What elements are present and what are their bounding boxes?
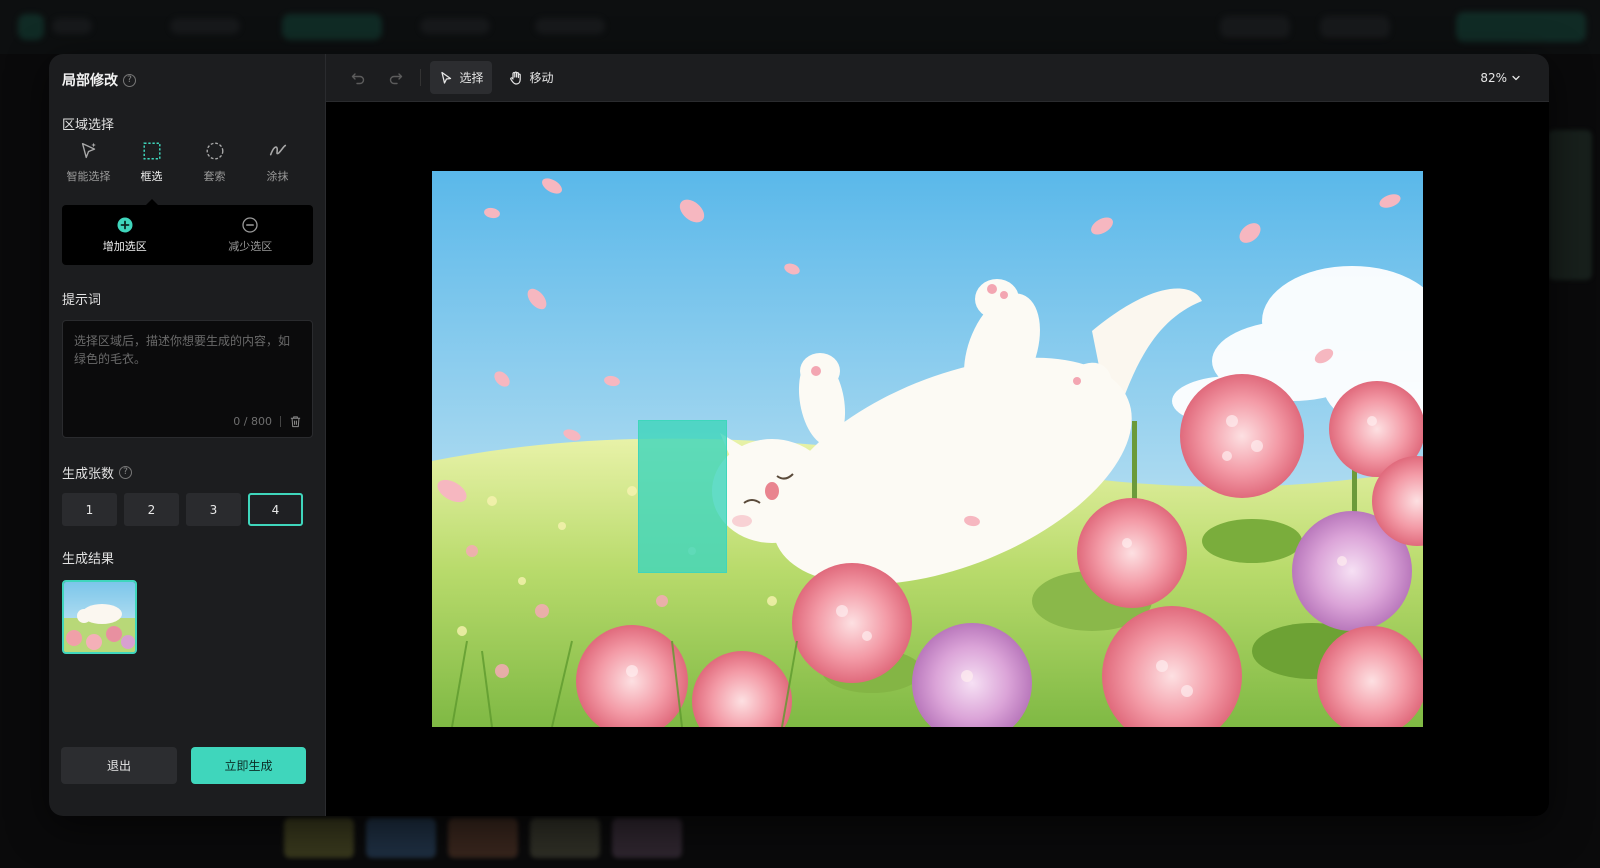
select-tool-label: 选择	[459, 71, 484, 85]
lasso-icon	[206, 142, 223, 160]
magic-pointer-icon	[81, 142, 96, 159]
chevron-down-icon	[1512, 75, 1520, 80]
count-option-4[interactable]: 4	[248, 493, 303, 526]
footer-divider	[280, 416, 281, 427]
tool-box-select[interactable]: 框选	[120, 140, 183, 192]
count-option-1[interactable]: 1	[62, 493, 117, 526]
selection-region[interactable]	[638, 420, 727, 573]
add-selection-button[interactable]: 增加选区	[62, 205, 188, 265]
tool-label: 框选	[140, 170, 163, 183]
result-thumbnail-image	[64, 582, 135, 652]
dashed-rect-icon	[142, 142, 161, 160]
tool-label: 智能选择	[66, 170, 111, 183]
background-thumbnail	[612, 818, 682, 858]
canvas-toolbar: 选择 移动 82%	[326, 54, 1549, 102]
mode-label: 减少选区	[228, 239, 273, 253]
background-thumbnail	[284, 818, 354, 858]
result-thumbnail[interactable]	[62, 580, 137, 654]
background-logo	[18, 14, 44, 40]
panel-title-text: 局部修改	[62, 73, 118, 89]
mode-label: 增加选区	[102, 239, 147, 253]
help-icon[interactable]: ?	[123, 73, 136, 87]
cursor-arrow-icon	[441, 71, 452, 84]
move-tool-label: 移动	[529, 71, 554, 85]
char-counter: 0 / 800	[233, 415, 272, 428]
zoom-dropdown[interactable]: 82%	[1480, 61, 1521, 94]
background-header-button	[1320, 16, 1390, 38]
background-nav-item	[535, 18, 605, 34]
tool-lasso[interactable]: 套索	[183, 140, 246, 192]
redo-icon	[389, 72, 403, 84]
prompt-footer: 0 / 800	[233, 415, 302, 428]
background-app-header	[0, 0, 1600, 54]
background-nav-item	[170, 18, 240, 34]
background-nav-item	[52, 18, 92, 34]
hand-icon	[510, 71, 522, 85]
undo-button[interactable]	[344, 61, 372, 94]
background-nav-item	[420, 18, 490, 34]
artwork-image	[432, 171, 1423, 727]
count-options: 1 2 3 4	[62, 493, 303, 526]
toolbar-divider	[420, 69, 421, 86]
generate-button[interactable]: 立即生成	[191, 747, 306, 784]
count-option-2[interactable]: 2	[124, 493, 179, 526]
zoom-level: 82%	[1480, 70, 1507, 85]
prompt-box: 0 / 800	[62, 320, 313, 438]
move-tool-button[interactable]: 移动	[500, 61, 562, 94]
results-label: 生成结果	[62, 552, 115, 567]
inpaint-modal: 局部修改 ? 区域选择 智能选择 框选 套索 涂抹 增加选区 减少选区 提示词 …	[49, 54, 1549, 816]
redo-button[interactable]	[382, 61, 410, 94]
cat-in-flowers-illustration	[432, 171, 1423, 727]
plus-circle-icon	[117, 217, 133, 232]
count-option-3[interactable]: 3	[186, 493, 241, 526]
editing-canvas[interactable]	[326, 102, 1549, 816]
subtract-selection-button[interactable]: 减少选区	[188, 205, 314, 265]
background-header-button	[1220, 16, 1290, 38]
tool-label: 套索	[203, 170, 226, 183]
tool-smart-select[interactable]: 智能选择	[57, 140, 120, 192]
count-label-row: 生成张数 ?	[62, 463, 133, 482]
prompt-label: 提示词	[62, 293, 102, 308]
exit-button[interactable]: 退出	[61, 747, 177, 784]
background-thumbnail	[448, 818, 518, 858]
select-tool-button[interactable]: 选择	[430, 61, 492, 94]
tool-label: 涂抹	[266, 170, 289, 183]
background-side-card	[1548, 130, 1592, 280]
prompt-input[interactable]	[63, 321, 312, 401]
help-icon[interactable]: ?	[119, 466, 133, 479]
trash-icon[interactable]	[289, 415, 302, 428]
region-tools: 智能选择 框选 套索 涂抹	[57, 140, 319, 192]
brush-stroke-icon	[269, 144, 286, 156]
region-select-label: 区域选择	[62, 118, 115, 133]
count-label: 生成张数	[62, 467, 115, 482]
undo-icon	[351, 72, 365, 84]
background-header-button	[1456, 12, 1586, 42]
minus-circle-icon	[242, 216, 258, 233]
panel-title: 局部修改 ?	[62, 70, 136, 90]
background-nav-item	[282, 14, 382, 40]
tool-brush[interactable]: 涂抹	[246, 140, 309, 192]
background-thumbnail	[366, 818, 436, 858]
left-panel: 局部修改 ? 区域选择 智能选择 框选 套索 涂抹 增加选区 减少选区 提示词 …	[49, 54, 326, 816]
background-thumbnail	[530, 818, 600, 858]
selection-mode-box: 增加选区 减少选区	[62, 199, 314, 265]
